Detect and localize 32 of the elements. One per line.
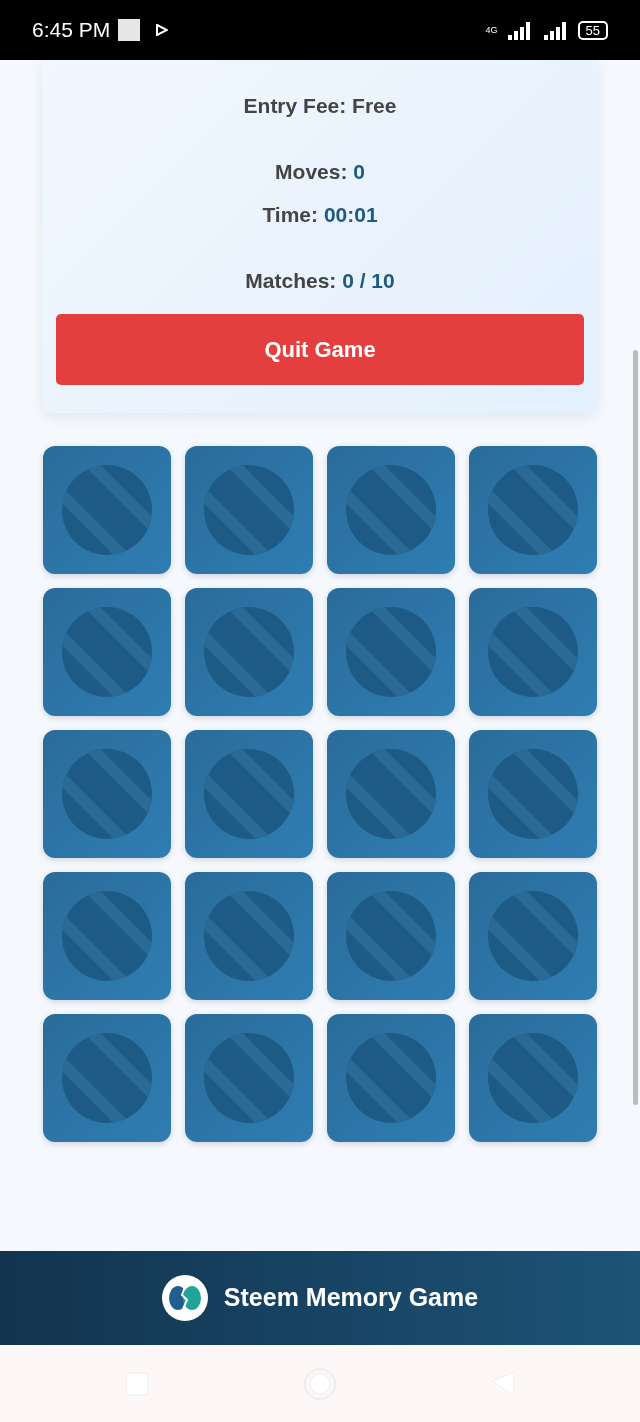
- memory-card[interactable]: [469, 1014, 597, 1142]
- memory-card[interactable]: [185, 730, 313, 858]
- memory-card[interactable]: [43, 872, 171, 1000]
- memory-card[interactable]: [469, 872, 597, 1000]
- memory-card[interactable]: [327, 588, 455, 716]
- memory-card[interactable]: [469, 588, 597, 716]
- memory-card[interactable]: [327, 1014, 455, 1142]
- memory-card[interactable]: [185, 588, 313, 716]
- memory-card[interactable]: [43, 730, 171, 858]
- memory-card[interactable]: [469, 446, 597, 574]
- app-title: Steem Memory Game: [223, 1282, 479, 1314]
- memory-card[interactable]: [327, 446, 455, 574]
- battery-level: 55: [577, 20, 608, 40]
- play-icon: [156, 24, 169, 36]
- network-type: 4G: [485, 25, 498, 35]
- brain-logo-icon: [161, 1275, 208, 1321]
- memory-card[interactable]: [185, 1014, 313, 1142]
- notification-icon: [118, 19, 141, 41]
- memory-card[interactable]: [185, 446, 313, 574]
- memory-card[interactable]: [327, 872, 455, 1000]
- stat-text: Matches: 0 / 10: [245, 267, 395, 294]
- memory-card[interactable]: [327, 730, 455, 858]
- memory-card[interactable]: [469, 730, 597, 858]
- stat-text: Moves: 0: [275, 158, 365, 185]
- memory-card[interactable]: [43, 1014, 171, 1142]
- memory-card[interactable]: [43, 446, 171, 574]
- clock-time: 6:45 PM: [32, 17, 111, 44]
- stat-text: Time: 00:01: [262, 202, 378, 228]
- memory-card[interactable]: [43, 588, 171, 716]
- memory-card[interactable]: [185, 872, 313, 1000]
- entry-fee: Entry Fee: Free: [243, 93, 397, 119]
- quit-button[interactable]: Quit Game: [56, 314, 584, 385]
